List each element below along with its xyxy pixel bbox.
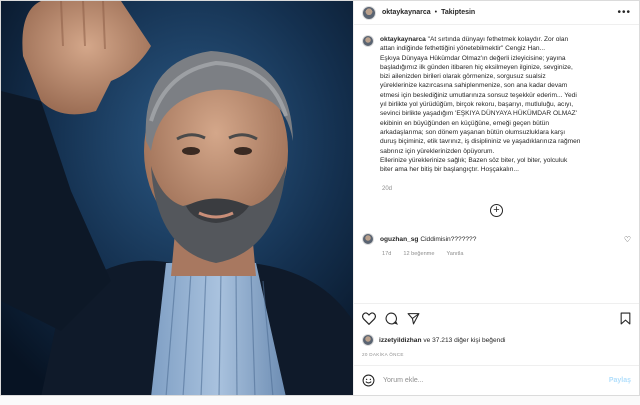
post-header: oktaykaynarca • Takiptesin •••	[354, 1, 639, 25]
likes-text: izzetyildizhan ve 37.213 diğer kişi beğe…	[379, 337, 505, 344]
heart-icon[interactable]	[362, 312, 376, 325]
comment-like-icon[interactable]: ♡	[624, 235, 631, 244]
caption-line: "At sırtında dünyayı fethetmek kolaydır.…	[427, 36, 569, 43]
share-icon[interactable]	[407, 312, 420, 325]
likes-count[interactable]: ve 37.213 diğer kişi beğendi	[422, 337, 505, 344]
comment-item: oguzhan_sg Ciddimisin??????? ♡	[362, 233, 631, 246]
caption-line: bizi ailenizden birileri olarak görmeniz…	[380, 73, 546, 81]
caption-line: arkadaşlarıma; son dönem yaşanan bütün o…	[380, 128, 566, 136]
comment-username[interactable]: oguzhan_sg	[380, 236, 418, 243]
author-avatar[interactable]	[362, 5, 376, 20]
caption-line: sevinci birlikte yaşadığım 'EŞKIYA DÜNYA…	[380, 110, 577, 118]
comment-meta: 17d 12 beğenme Yanıtla	[382, 251, 631, 257]
caption-line: duruş biçiminiz, etik tavrınız, iş disip…	[380, 138, 581, 146]
caption-avatar[interactable]	[362, 35, 374, 47]
caption-username[interactable]: oktaykaynarca	[380, 36, 426, 43]
caption-line: yüreklerinize kazırcasına sahiplenmenize…	[380, 82, 568, 90]
comment-text-wrap: oguzhan_sg Ciddimisin???????	[380, 236, 476, 243]
author-username[interactable]: oktaykaynarca	[382, 9, 431, 16]
caption-line: Eşkıya Dünyaya Hükümdar Olmaz'ın değerli…	[380, 54, 566, 62]
smiley-icon[interactable]	[362, 374, 375, 387]
comment-icon[interactable]	[385, 312, 398, 325]
post-photo[interactable]	[1, 1, 353, 395]
caption-text: oktaykaynarca "At sırtında dünyayı fethe…	[380, 35, 580, 174]
add-comment-bar: Yorum ekle... Paylaş	[354, 365, 639, 395]
caption-line: sabrınız için yüreklerinizden öpüyorum.	[380, 147, 495, 155]
bookmark-icon[interactable]	[620, 312, 631, 325]
comment-time[interactable]: 17d	[382, 251, 391, 257]
comments-section[interactable]: oktaykaynarca "At sırtında dünyayı fethe…	[354, 25, 639, 303]
action-bar: izzetyildizhan ve 37.213 diğer kişi beğe…	[354, 303, 639, 357]
comment-likes[interactable]: 12 beğenme	[403, 251, 434, 257]
comment-text: Ciddimisin???????	[420, 235, 477, 243]
caption-time[interactable]: 20d	[382, 186, 631, 192]
comment-input[interactable]: Yorum ekle...	[383, 377, 424, 384]
caption-line: başladığımız ilk günden itibaren hiç eks…	[380, 63, 573, 71]
post-sidebar: oktaykaynarca • Takiptesin ••• oktaykayn…	[353, 1, 639, 395]
load-more-comments: +	[362, 204, 631, 218]
post-dialog: oktaykaynarca • Takiptesin ••• oktaykayn…	[0, 0, 640, 396]
first-liker[interactable]: izzetyildizhan	[379, 337, 422, 344]
likes-summary: izzetyildizhan ve 37.213 diğer kişi beğe…	[362, 334, 631, 346]
more-options-icon[interactable]: •••	[617, 7, 631, 18]
post-comment-button[interactable]: Paylaş	[609, 377, 631, 384]
caption-line: etmesi için beslediğiniz umutlarınıza so…	[380, 91, 577, 99]
caption-line: yıl birlikte yol yürüdüğüm, birçok rekor…	[380, 101, 574, 109]
following-button[interactable]: Takiptesin	[441, 9, 475, 16]
caption-line: biter ama her bitiş bir başlangıçtır. Ho…	[380, 166, 519, 174]
plus-circle-icon[interactable]: +	[490, 204, 503, 218]
post-age: 20 DAKİKA ÖNCE	[362, 352, 404, 357]
portrait-image	[1, 1, 353, 395]
header-separator: •	[434, 9, 438, 16]
action-icons	[362, 312, 631, 325]
comment-reply[interactable]: Yanıtla	[446, 251, 463, 257]
liker-avatar[interactable]	[362, 334, 374, 346]
comment-avatar[interactable]	[362, 233, 374, 246]
caption-line: ekibinin en büyüğünden en küçüğüne, emeğ…	[380, 119, 550, 127]
caption: oktaykaynarca "At sırtında dünyayı fethe…	[362, 35, 631, 174]
caption-line: attan indiğinde fethettiğini yönetebilme…	[380, 45, 546, 53]
caption-line: Ellerinize yüreklerinize sağlık; Bazen s…	[380, 156, 568, 164]
